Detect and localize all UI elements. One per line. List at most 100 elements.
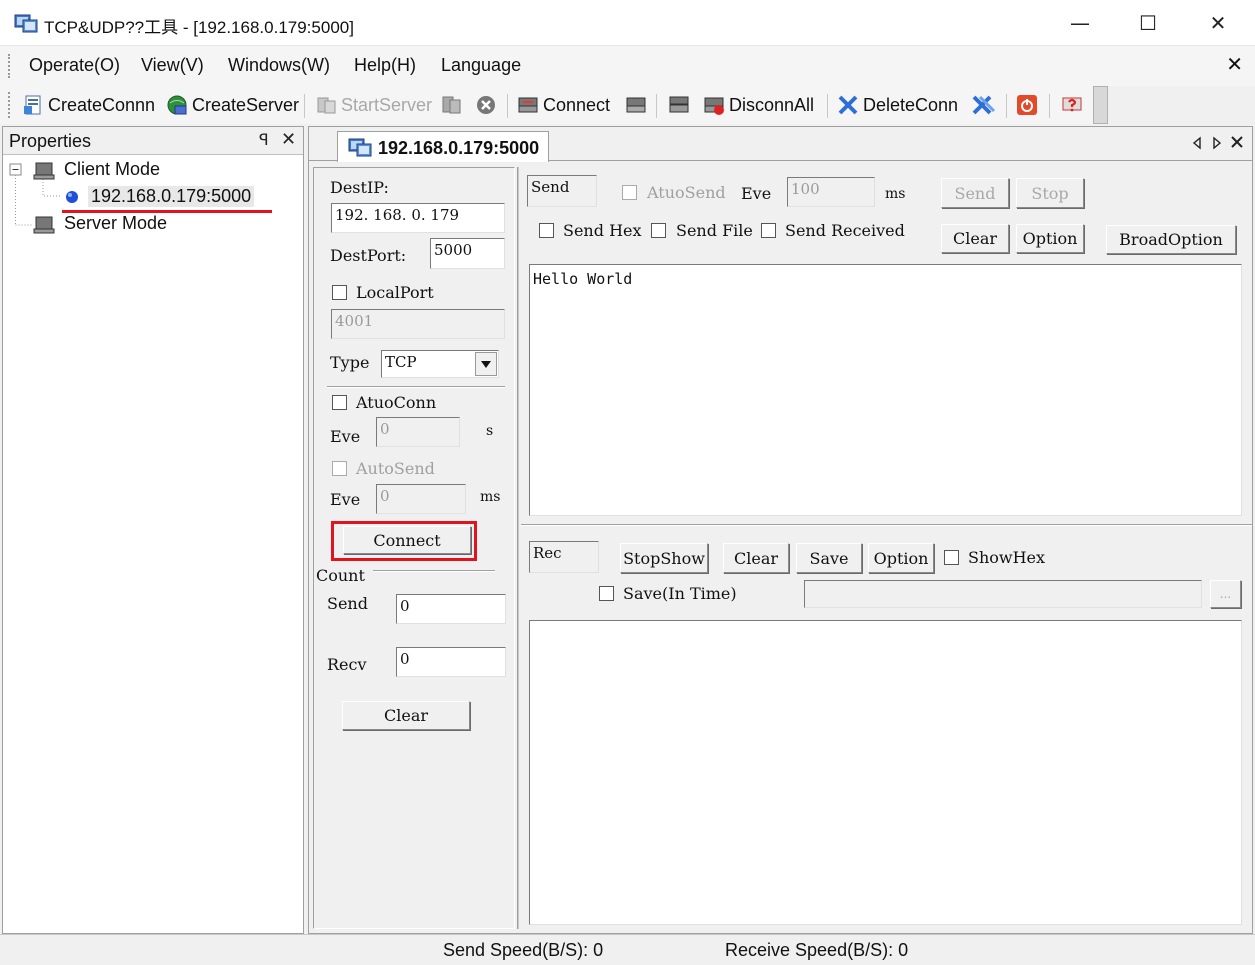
- disconn-all-button[interactable]: DisconnAll: [703, 92, 814, 118]
- send-button[interactable]: Send: [941, 178, 1009, 208]
- help-icon[interactable]: [1060, 93, 1084, 117]
- connect-toolbar-button[interactable]: Connect: [517, 92, 610, 118]
- network-tab-icon: [348, 138, 372, 157]
- toolbar-overflow-button[interactable]: [1093, 86, 1108, 124]
- create-conn-button[interactable]: CreateConnn: [22, 92, 155, 118]
- toolbar-separator: [304, 94, 305, 118]
- cancel-icon[interactable]: [475, 94, 497, 116]
- properties-title: Properties: [9, 131, 92, 151]
- local-port-label: LocalPort: [356, 283, 434, 302]
- recv-option-button[interactable]: Option: [868, 543, 934, 573]
- menu-help[interactable]: Help(H): [354, 55, 416, 76]
- tree-item-client-mode[interactable]: Client Mode: [64, 159, 160, 180]
- local-port-input[interactable]: 4001: [331, 309, 505, 339]
- receive-text-area[interactable]: [529, 620, 1242, 925]
- type-select-value: TCP: [385, 353, 417, 371]
- send-clear-button[interactable]: Clear: [941, 224, 1009, 253]
- create-server-button[interactable]: CreateServer: [166, 92, 299, 118]
- send-text-area[interactable]: Hello World: [529, 264, 1242, 516]
- scroll-right-icon[interactable]: [1211, 136, 1223, 150]
- connect-toolbar-label: Connect: [543, 94, 611, 115]
- menu-operate[interactable]: Operate(O): [29, 55, 120, 76]
- pin-icon[interactable]: ꟼ: [259, 130, 269, 149]
- connection-document: 192.168.0.179:5000 DestIP: 192. 168. 0. …: [308, 126, 1253, 934]
- auto-send-checkbox[interactable]: [332, 461, 347, 476]
- type-select[interactable]: TCP: [381, 350, 499, 378]
- save-in-time-checkbox[interactable]: [599, 586, 614, 601]
- dest-ip-input[interactable]: 192. 168. 0. 179: [331, 203, 505, 233]
- toolbar-grip[interactable]: [8, 92, 11, 118]
- menubar-grip[interactable]: [8, 54, 11, 78]
- broad-option-button[interactable]: BroadOption: [1106, 225, 1236, 254]
- send-count-field: 0: [396, 594, 506, 624]
- tree-item-server-mode[interactable]: Server Mode: [64, 213, 167, 234]
- browse-button[interactable]: ...: [1210, 580, 1241, 608]
- toolbar-separator: [507, 94, 508, 118]
- send-interval-unit: ms: [885, 186, 906, 202]
- mdi-close-button[interactable]: ✕: [1226, 52, 1243, 76]
- menu-language[interactable]: Language: [441, 55, 521, 76]
- send-interval-input[interactable]: 100: [787, 177, 875, 207]
- recv-save-button[interactable]: Save: [796, 543, 862, 573]
- send-auto-send-checkbox[interactable]: [622, 185, 637, 200]
- stop-button[interactable]: Stop: [1016, 178, 1084, 208]
- recv-count-label: Recv: [327, 655, 367, 674]
- create-conn-label: CreateConnn: [48, 94, 156, 115]
- menu-view[interactable]: View(V): [141, 55, 204, 76]
- create-connection-icon: [24, 95, 41, 115]
- send-speed-status: Send Speed(B/S): 0: [443, 940, 604, 960]
- connect-icon: [518, 97, 538, 113]
- menu-windows[interactable]: Windows(W): [228, 55, 330, 76]
- toolbar-separator: [1049, 94, 1050, 118]
- send-option-button[interactable]: Option: [1016, 224, 1084, 253]
- properties-close-icon[interactable]: ✕: [281, 129, 296, 150]
- delete-conn-button[interactable]: DeleteConn: [837, 92, 958, 118]
- send-title-box: Send: [527, 175, 597, 207]
- toolbar-separator: [827, 94, 828, 118]
- send-file-checkbox[interactable]: [651, 223, 666, 238]
- auto-conn-checkbox[interactable]: [332, 395, 347, 410]
- count-clear-button[interactable]: Clear: [342, 701, 470, 730]
- send-received-checkbox[interactable]: [761, 223, 776, 238]
- power-icon[interactable]: [1016, 94, 1038, 116]
- delete-all-icon[interactable]: [970, 93, 996, 117]
- stop-show-button[interactable]: StopShow: [620, 543, 708, 573]
- menu-bar: Operate(O) View(V) Windows(W) Help(H) La…: [0, 46, 1255, 86]
- maximize-button[interactable]: ☐: [1113, 0, 1183, 46]
- disconnect-icon[interactable]: [624, 93, 648, 117]
- dest-port-input[interactable]: 5000: [430, 238, 505, 269]
- send-hex-label: Send Hex: [563, 221, 642, 240]
- auto-send-label: AutoSend: [356, 459, 435, 478]
- auto-send-unit: ms: [480, 489, 501, 505]
- connect-highlight-annotation: [331, 521, 477, 561]
- local-port-checkbox[interactable]: [332, 285, 347, 300]
- tab-connection[interactable]: 192.168.0.179:5000: [337, 131, 549, 162]
- send-recv-splitter[interactable]: [521, 524, 1252, 526]
- stop-server-icon[interactable]: [440, 93, 464, 117]
- window-close-button[interactable]: ✕: [1183, 0, 1253, 46]
- client-mode-icon: [33, 162, 55, 180]
- tree-item-connection[interactable]: 192.168.0.179:5000: [88, 186, 255, 207]
- auto-send-interval-input[interactable]: 0: [376, 484, 466, 514]
- start-server-button[interactable]: StartServer: [315, 92, 432, 118]
- globe-server-icon: [167, 95, 187, 115]
- send-received-label: Send Received: [785, 221, 905, 240]
- show-hex-checkbox[interactable]: [944, 550, 959, 565]
- auto-conn-interval-input[interactable]: 0: [376, 417, 460, 447]
- rec-title-box: Rec: [529, 541, 599, 573]
- pane-splitter[interactable]: [517, 167, 519, 929]
- tab-connection-label: 192.168.0.179:5000: [378, 138, 540, 158]
- send-count-label: Send: [327, 594, 368, 613]
- disconn-all-label: DisconnAll: [729, 94, 815, 115]
- recv-clear-button[interactable]: Clear: [723, 543, 789, 573]
- scroll-left-icon[interactable]: [1191, 136, 1203, 150]
- save-path-input[interactable]: [804, 580, 1202, 608]
- tab-close-icon[interactable]: [1230, 135, 1244, 149]
- send-hex-checkbox[interactable]: [539, 223, 554, 238]
- minimize-button[interactable]: —: [1045, 0, 1115, 46]
- start-server-icon: [317, 97, 336, 114]
- type-label: Type: [330, 353, 370, 372]
- connect-all-icon[interactable]: [667, 93, 691, 117]
- chevron-down-icon[interactable]: [475, 352, 497, 376]
- settings-divider: [327, 386, 505, 388]
